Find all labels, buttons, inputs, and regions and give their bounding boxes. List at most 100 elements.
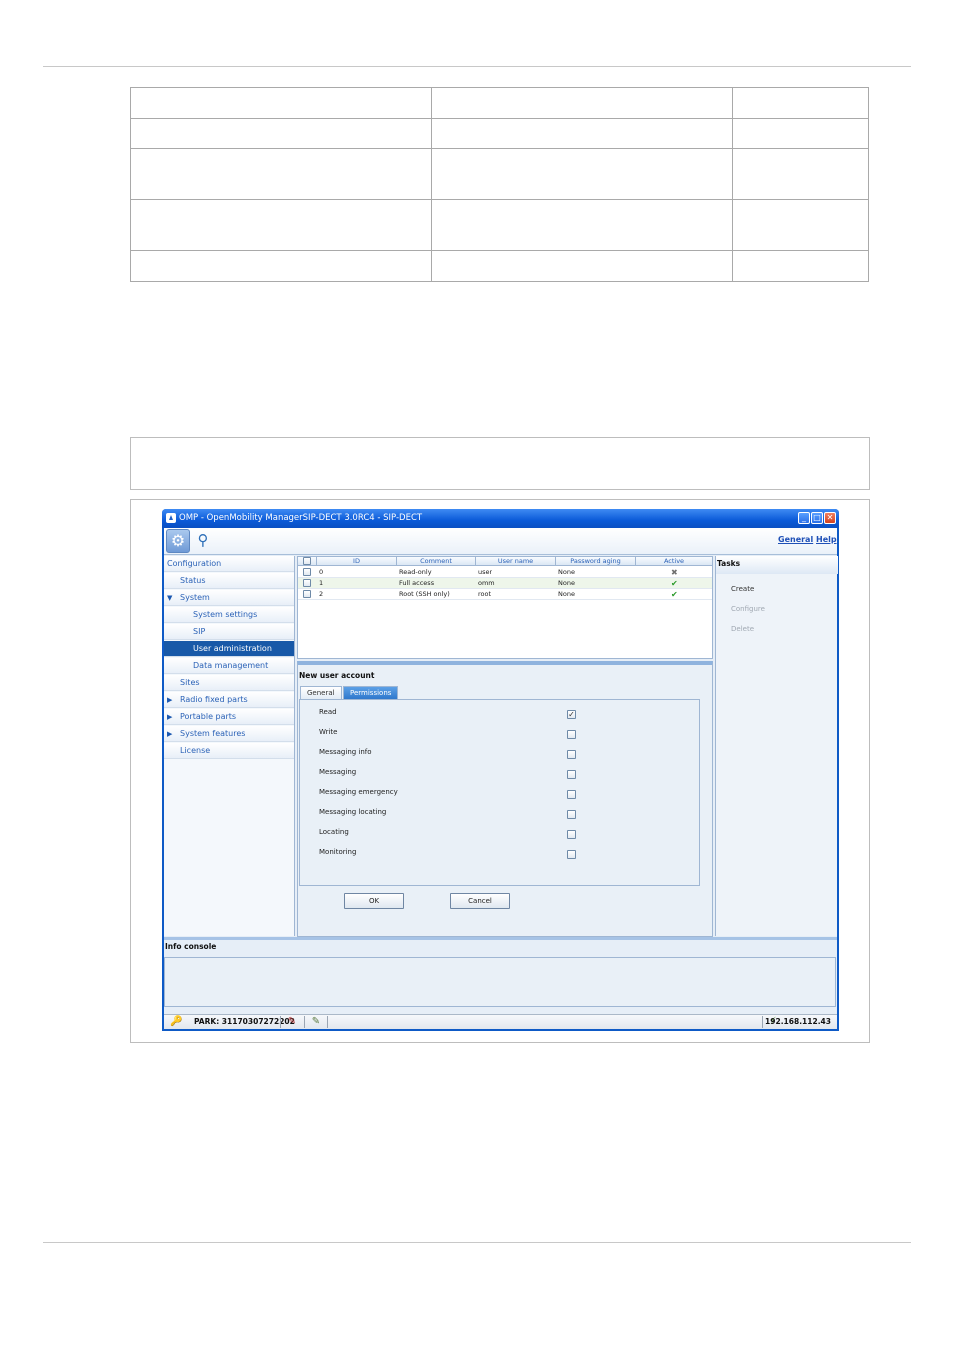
table-cell (431, 87, 733, 119)
table-cell (130, 199, 432, 251)
nav-item-status[interactable]: Status (164, 573, 294, 589)
collapsed-arrow-icon[interactable]: ▶ (167, 709, 172, 725)
table-cell (130, 148, 432, 200)
active-check-icon: ✔ (671, 579, 678, 588)
footer-rule (43, 1242, 911, 1243)
permission-checkbox-messaging-info[interactable] (567, 750, 576, 759)
permission-checkbox-read[interactable]: ✓ (567, 710, 576, 719)
nav-item-label: System settings (193, 610, 258, 619)
nav-item-system-settings[interactable]: System settings (164, 607, 294, 623)
permissions-panel: Read ✓ Write Messaging info Messaging Me… (299, 699, 700, 886)
toolbar: ⚙ ⚲ General Help (164, 528, 837, 555)
row-checkbox[interactable] (303, 590, 311, 598)
table-cell (130, 250, 432, 282)
status-separator (762, 1016, 763, 1028)
column-header-active[interactable]: Active (636, 557, 712, 566)
cell-comment: Read-only (399, 568, 432, 576)
nav-item-license[interactable]: License (164, 743, 294, 759)
table-row[interactable]: 0 Read-only user None ✖ (298, 567, 712, 578)
nav-item-data-management[interactable]: Data management (164, 658, 294, 674)
column-header-id[interactable]: ID (317, 557, 397, 566)
nav-item-user-administration[interactable]: User administration (164, 641, 294, 657)
document-table (130, 87, 869, 282)
inactive-cross-icon: ✖ (671, 568, 678, 577)
permission-checkbox-locating[interactable] (567, 830, 576, 839)
cell-id: 0 (319, 568, 324, 576)
permission-checkbox-monitoring[interactable] (567, 850, 576, 859)
cell-password-aging: None (558, 590, 575, 598)
table-cell (732, 118, 869, 149)
nav-item-label: System (180, 593, 210, 602)
search-icon[interactable]: ⚲ (194, 531, 212, 549)
select-all-checkbox[interactable] (303, 557, 311, 565)
navigation-tree: Configuration Status ▼ System System sett… (164, 556, 295, 936)
cell-id: 2 (319, 590, 324, 598)
close-button[interactable]: ✕ (824, 512, 836, 524)
table-row[interactable]: 2 Root (SSH only) root None ✔ (298, 589, 712, 600)
info-console: Info console (164, 937, 837, 1014)
tab-permissions[interactable]: Permissions (343, 686, 399, 699)
ok-button[interactable]: OK (344, 893, 404, 909)
nav-item-configuration[interactable]: Configuration (164, 556, 294, 572)
help-link[interactable]: Help (816, 535, 837, 544)
maximize-button[interactable]: □ (811, 512, 823, 524)
status-separator (304, 1016, 305, 1028)
tasks-panel: Tasks Create Configure Delete (715, 556, 838, 936)
tab-general[interactable]: General (300, 686, 342, 699)
status-bar: 🔑 PARK: 31170307272202 ✎ ✎ ⚡ 192.168.112… (164, 1014, 837, 1029)
select-all-column (298, 557, 317, 566)
gear-icon[interactable]: ⚙ (166, 529, 190, 553)
app-icon (166, 513, 176, 523)
table-cell (732, 250, 869, 282)
column-header-password-aging[interactable]: Password aging (556, 557, 636, 566)
table-cell (130, 87, 432, 119)
column-header-user-name[interactable]: User name (476, 557, 556, 566)
row-checkbox[interactable] (303, 568, 311, 576)
nav-item-label: User administration (193, 644, 272, 653)
permission-checkbox-write[interactable] (567, 730, 576, 739)
nav-item-system[interactable]: ▼ System (164, 590, 294, 606)
status-separator (280, 1016, 281, 1028)
nav-item-radio-fixed-parts[interactable]: ▶ Radio fixed parts (164, 692, 294, 708)
cell-password-aging: None (558, 568, 575, 576)
ip-address: 192.168.112.43 (765, 1017, 831, 1026)
cell-password-aging: None (558, 579, 575, 587)
permission-checkbox-messaging-locating[interactable] (567, 810, 576, 819)
table-cell (431, 118, 733, 149)
header-rule (43, 66, 911, 67)
info-console-output[interactable] (164, 957, 836, 1007)
nav-item-sip[interactable]: SIP (164, 624, 294, 640)
expanded-arrow-icon[interactable]: ▼ (167, 590, 172, 606)
column-header-comment[interactable]: Comment (397, 557, 476, 566)
nav-item-label: Sites (180, 678, 200, 687)
permission-checkbox-messaging[interactable] (567, 770, 576, 779)
permission-label-write: Write (319, 728, 338, 736)
task-create[interactable]: Create (731, 585, 754, 593)
table-header: ID Comment User name Password aging Acti… (298, 557, 712, 566)
nav-item-portable-parts[interactable]: ▶ Portable parts (164, 709, 294, 725)
nav-item-label: Data management (193, 661, 269, 670)
collapsed-arrow-icon[interactable]: ▶ (167, 726, 172, 742)
task-configure: Configure (731, 605, 765, 613)
nav-item-sites[interactable]: Sites (164, 675, 294, 691)
permission-label-messaging-emergency: Messaging emergency (319, 788, 398, 796)
permission-checkbox-messaging-emergency[interactable] (567, 790, 576, 799)
minimize-button[interactable]: _ (798, 512, 810, 524)
cell-comment: Full access (399, 579, 435, 587)
caption-box (130, 437, 870, 490)
nav-item-label: System features (180, 729, 246, 738)
collapsed-arrow-icon[interactable]: ▶ (167, 692, 172, 708)
user-table: ID Comment User name Password aging Acti… (297, 556, 713, 659)
table-cell (732, 199, 869, 251)
cell-user-name: user (478, 568, 493, 576)
row-checkbox[interactable] (303, 579, 311, 587)
nav-item-system-features[interactable]: ▶ System features (164, 726, 294, 742)
table-cell (732, 87, 869, 119)
table-cell (431, 250, 733, 282)
task-delete: Delete (731, 625, 754, 633)
cancel-button[interactable]: Cancel (450, 893, 510, 909)
tasks-title: Tasks (716, 556, 838, 574)
general-link[interactable]: General (778, 535, 813, 544)
cell-user-name: root (478, 590, 492, 598)
table-row[interactable]: 1 Full access omm None ✔ (298, 578, 712, 589)
